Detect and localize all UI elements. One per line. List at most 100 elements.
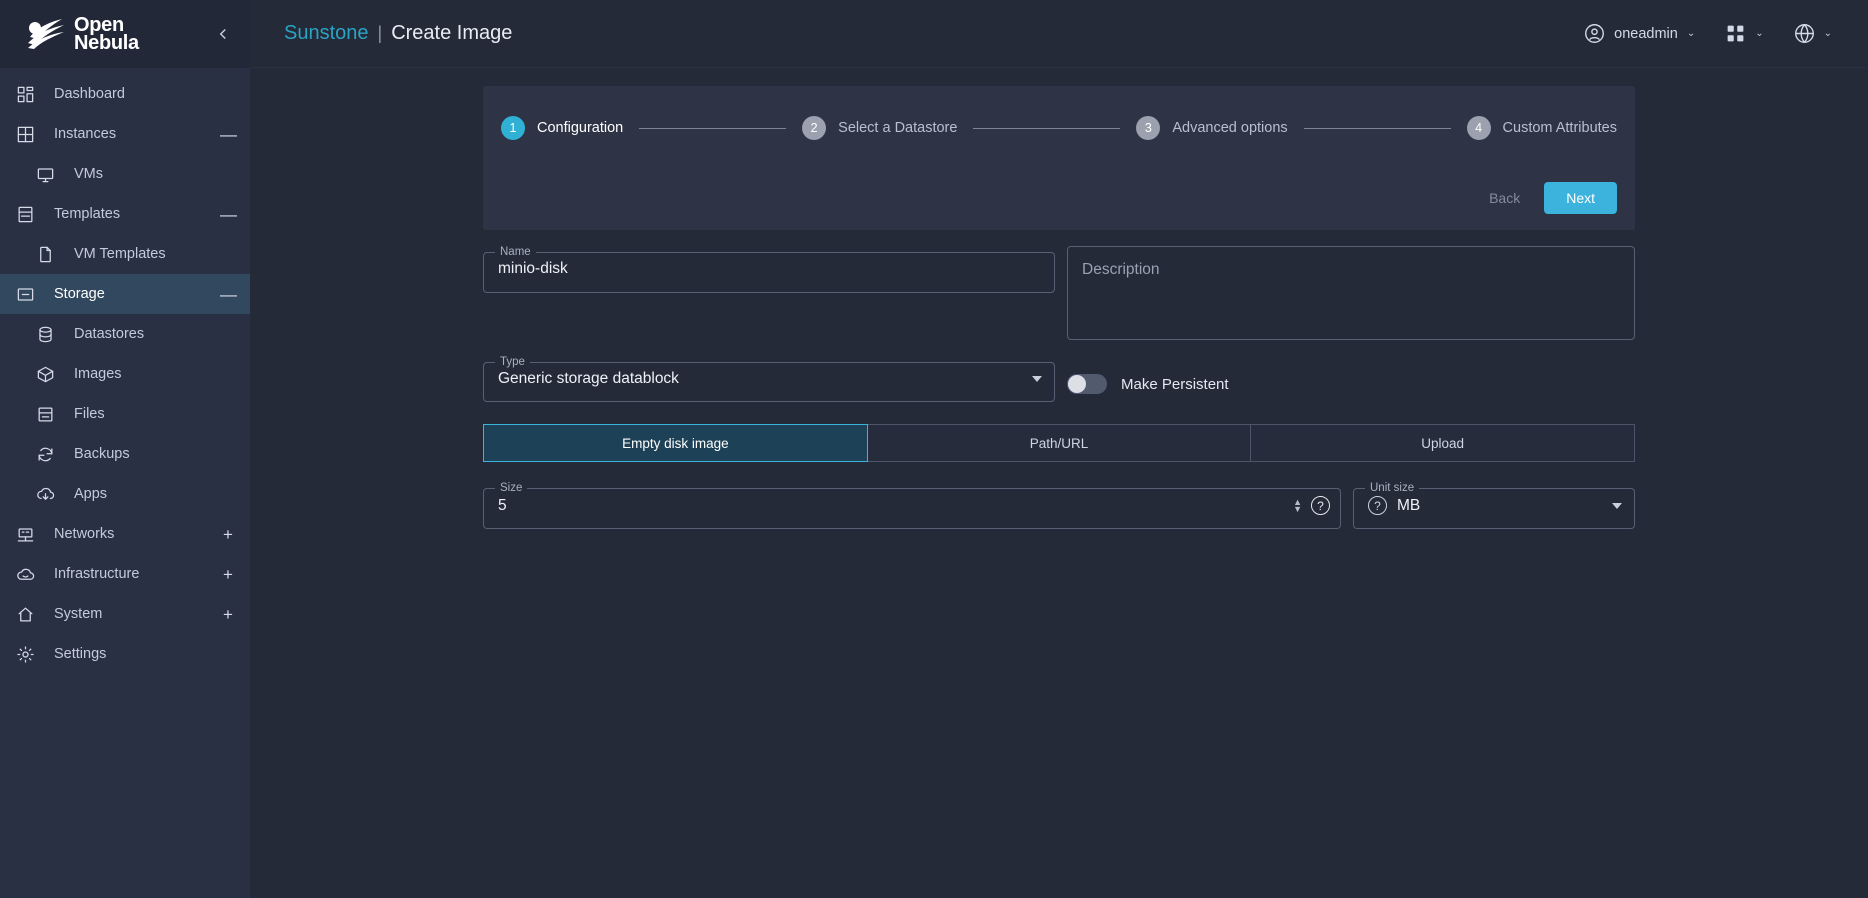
cloud-download-icon [34,483,56,505]
name-description-row: Name [483,246,1635,340]
next-button[interactable]: Next [1544,182,1617,214]
size-stepper[interactable]: ▲ ▼ [1293,497,1302,514]
sidebar-expand-toggle[interactable]: + [220,566,236,583]
title-separator: | [377,23,383,43]
wizard-step-4[interactable]: 4 Custom Attributes [1466,116,1617,140]
make-persistent-toggle[interactable] [1067,374,1107,394]
type-select[interactable]: Generic storage datablock [484,368,1054,401]
file-icon [34,243,56,265]
network-icon [14,523,36,545]
step-connector [1303,127,1451,129]
sidebar-item-backups[interactable]: Backups [0,434,250,474]
sidebar-expand-toggle[interactable]: + [220,606,236,623]
chevron-left-icon[interactable] [210,21,236,47]
sidebar-item-images[interactable]: Images [0,354,250,394]
sidebar-item-infrastructure[interactable]: Infrastructure + [0,554,250,594]
step-label: Advanced options [1172,120,1288,136]
unit-size-field[interactable]: Unit size ? MB [1353,482,1635,529]
chevron-down-icon [1612,502,1622,509]
sidebar-item-label: Apps [74,486,108,502]
sidebar-expand-toggle[interactable]: — [220,286,237,303]
name-field[interactable]: Name [483,246,1055,293]
sidebar-expand-toggle[interactable]: — [220,206,237,223]
home-icon [14,603,36,625]
size-label: Size [500,482,523,494]
wizard-step-1[interactable]: 1 Configuration [501,116,623,140]
sidebar-item-vm-templates[interactable]: VM Templates [0,234,250,274]
chevron-down-icon [1032,376,1042,382]
sidebar-item-templates[interactable]: Templates — [0,194,250,234]
persistent-toggle-group: Make Persistent [1067,356,1229,394]
sidebar-item-label: Datastores [74,326,145,342]
chevron-down-icon: ⌄ [1755,28,1764,39]
sidebar-expand-toggle[interactable]: + [220,526,236,543]
back-button[interactable]: Back [1475,182,1534,214]
sidebar-item-label: VM Templates [74,246,166,262]
sidebar-expand-toggle[interactable]: — [220,126,237,143]
stepper-down-icon: ▼ [1293,504,1302,514]
dashboard-icon [14,83,36,105]
sidebar-item-label: VMs [74,166,103,182]
brand-line-2: Nebula [74,32,139,54]
sidebar-item-label: Templates [54,206,121,222]
wizard-actions: Back Next [501,182,1617,214]
step-label: Custom Attributes [1502,120,1617,136]
type-field[interactable]: Type Generic storage datablock [483,356,1055,402]
unit-help-icon[interactable]: ? [1368,496,1387,515]
source-tab-empty-disk-image[interactable]: Empty disk image [483,424,868,462]
sidebar-item-label: Networks [54,526,115,542]
description-input[interactable] [1068,247,1634,339]
step-connector [973,127,1121,129]
sidebar-item-label: Backups [74,446,130,462]
sidebar-item-settings[interactable]: Settings [0,634,250,674]
step-number: 1 [501,116,525,140]
sidebar-item-system[interactable]: System + [0,594,250,634]
sidebar: Open Nebula Dashboard Instances — VMs Te… [0,0,250,898]
toggle-knob [1068,375,1086,393]
wizard-step-2[interactable]: 2 Select a Datastore [802,116,957,140]
sidebar-item-storage[interactable]: Storage — [0,274,250,314]
sidebar-item-label: Infrastructure [54,566,140,582]
wizard-step-3[interactable]: 3 Advanced options [1136,116,1288,140]
grid-icon [14,123,36,145]
create-image-form: 1 Configuration 2 Select a Datastore 3 A… [483,86,1636,529]
chevron-down-icon: ⌄ [1686,28,1696,39]
sidebar-item-instances[interactable]: Instances — [0,114,250,154]
monitor-icon [34,163,56,185]
template-icon [14,203,36,225]
unit-size-value: MB [1397,496,1421,514]
name-label: Name [500,246,531,258]
description-field[interactable] [1067,246,1635,340]
source-tab-upload[interactable]: Upload [1251,424,1636,462]
files-icon [34,403,56,425]
size-unit-row: Size ▲ ▼ ? Unit size ? [483,482,1635,529]
user-circle-icon [1585,24,1605,43]
apps-menu-button[interactable]: ⌄ [1725,23,1764,44]
user-menu-button[interactable]: oneadmin ⌄ [1584,23,1695,44]
step-number: 4 [1466,116,1491,140]
sidebar-item-label: System [54,606,103,622]
source-tab-path-url[interactable]: Path/URL [867,424,1252,462]
size-help-icon[interactable]: ? [1311,496,1330,515]
sidebar-item-datastores[interactable]: Datastores [0,314,250,354]
size-field[interactable]: Size ▲ ▼ ? [483,482,1341,529]
sidebar-item-dashboard[interactable]: Dashboard [0,74,250,114]
unit-size-select[interactable]: ? MB [1354,494,1634,528]
chevron-down-icon: ⌄ [1823,28,1832,39]
image-source-tabs: Empty disk image Path/URL Upload [483,424,1636,462]
name-input[interactable] [484,258,1054,292]
sidebar-item-label: Settings [54,646,107,662]
language-menu-button[interactable]: ⌄ [1794,23,1832,44]
opennebula-logo-icon [28,19,64,49]
sidebar-item-apps[interactable]: Apps [0,474,250,514]
globe-icon [1794,24,1814,44]
gear-icon [14,643,36,665]
sidebar-item-vms[interactable]: VMs [0,154,250,194]
size-input[interactable] [498,496,1294,515]
main-area: Sunstone | Create Image oneadmin ⌄ ⌄ ⌄ 1… [250,0,1868,898]
step-number: 2 [802,116,827,140]
page-title-text: Create Image [391,22,513,44]
opennebula-logo[interactable]: Open Nebula [26,14,210,54]
sidebar-item-files[interactable]: Files [0,394,250,434]
sidebar-item-networks[interactable]: Networks + [0,514,250,554]
